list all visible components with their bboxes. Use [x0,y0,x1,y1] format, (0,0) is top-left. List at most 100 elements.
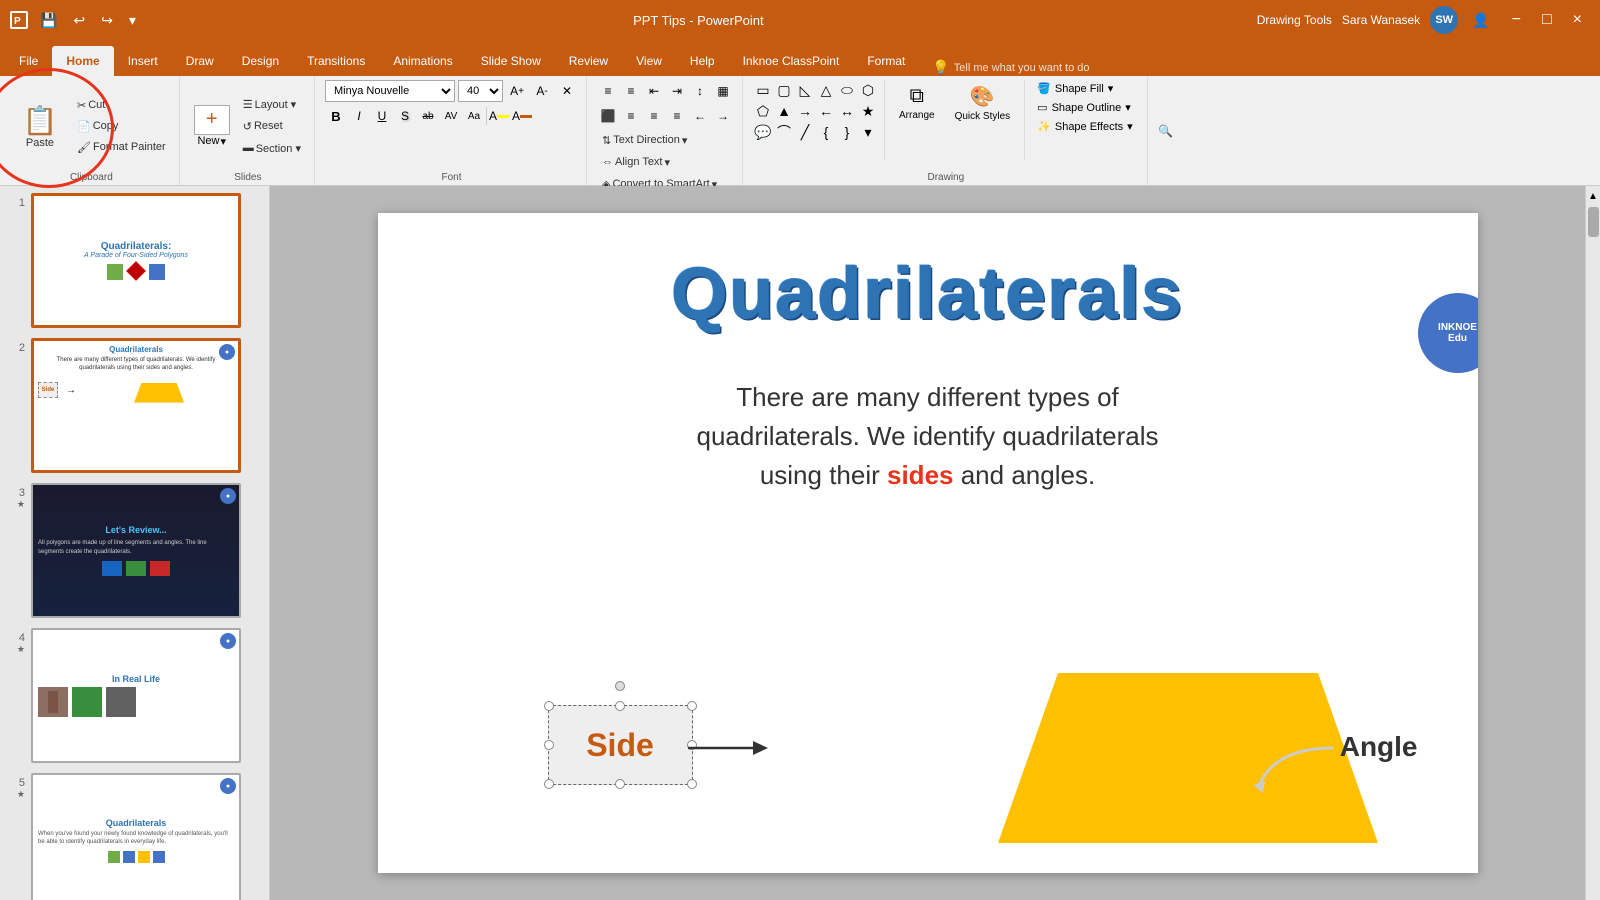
align-text-button[interactable]: ⇔ Align Text ▾ [597,152,734,172]
reset-button[interactable]: ↺ Reset [238,116,306,136]
format-painter-button[interactable]: 🖌 Format Painter [72,137,171,157]
align-center-button[interactable]: ≡ [620,105,642,127]
bracket-button[interactable]: { [816,122,836,142]
font-color-button[interactable]: A [511,105,533,127]
shape-effects-button[interactable]: ✨ Shape Effects ▾ [1031,118,1139,135]
scroll-up-button[interactable]: ▲ [1588,191,1598,202]
columns-button[interactable]: ▦ [712,80,734,102]
right-tri-button[interactable]: △ [816,80,836,100]
oval-button[interactable]: ⬭ [837,80,857,100]
save-button[interactable]: 💾 [36,10,61,31]
increase-font-button[interactable]: A+ [506,80,528,102]
ribbon-search-button[interactable]: 🔍 [1155,120,1177,142]
line-button[interactable]: ╱ [795,122,815,142]
clear-format-button[interactable]: ✕ [556,80,578,102]
redo-button[interactable]: ↪ [97,10,117,31]
scroll-bar[interactable]: ▲ [1585,186,1600,900]
tab-animations[interactable]: Animations [379,46,466,76]
change-case-button[interactable]: Aa [463,105,485,127]
strikethrough-button[interactable]: ab [417,105,439,127]
shape-fill-button[interactable]: 🪣 Shape Fill ▾ [1031,80,1139,97]
tab-insert[interactable]: Insert [114,46,172,76]
tab-file[interactable]: File [5,46,52,76]
star5-button[interactable]: ★ [858,101,878,121]
arrange-button[interactable]: ⧉ Arrange [891,81,943,125]
numbered-button[interactable]: ≡ [620,80,642,102]
decrease-font-button[interactable]: A- [531,80,553,102]
arrow-right-button[interactable]: → [795,101,815,121]
handle-br[interactable] [687,779,697,789]
align-left-button[interactable]: ⬛ [597,105,619,127]
line-spacing-button[interactable]: ↕ [689,80,711,102]
section-button[interactable]: ▬ Section ▾ [238,138,306,158]
tab-inknoe[interactable]: Inknoe ClassPoint [729,46,854,76]
justify-button[interactable]: ≡ [666,105,688,127]
rect-shape-button[interactable]: ▭ [753,80,773,100]
font-size-select[interactable]: 40 [458,80,503,102]
customize-button[interactable]: ▾ [125,10,140,31]
slide-item-5[interactable]: 5 ★ Quadrilaterals When you've found you… [5,771,264,900]
double-arrow-button[interactable]: ↔ [837,101,857,121]
cut-button[interactable]: ✂ Cut [72,95,171,115]
slide-canvas[interactable]: Quadrilaterals There are many different … [378,213,1478,873]
bold-button[interactable]: B [325,105,347,127]
copy-button[interactable]: 📄 Copy [72,116,171,136]
tab-review[interactable]: Review [555,46,622,76]
tab-design[interactable]: Design [228,46,293,76]
shape-outline-button[interactable]: ▭ Shape Outline ▾ [1031,99,1139,116]
scroll-thumb[interactable] [1588,207,1599,237]
handle-ml[interactable] [544,740,554,750]
slide-item-4[interactable]: 4 ★ In Real Life ● [5,626,264,765]
highlight-button[interactable]: A [488,105,510,127]
tab-transitions[interactable]: Transitions [293,46,379,76]
handle-bl[interactable] [544,779,554,789]
font-name-select[interactable]: Minya Nouvelle [325,80,455,102]
new-slide-button[interactable]: + New ▾ [190,101,234,152]
text-direction-button[interactable]: ⇅ Text Direction ▾ [597,130,734,150]
rtl-button[interactable]: ← [689,105,711,127]
italic-button[interactable]: I [348,105,370,127]
increase-indent-button[interactable]: ⇥ [666,80,688,102]
triangle-button[interactable]: ▲ [774,101,794,121]
callout-button[interactable]: 💬 [753,122,773,142]
slide-item-3[interactable]: 3 ★ Let's Review... All polygons are mad… [5,481,264,620]
tell-me-tab[interactable]: 💡 Tell me what you want to do [924,59,1097,76]
handle-tr[interactable] [687,701,697,711]
align-right-button[interactable]: ≡ [643,105,665,127]
char-spacing-button[interactable]: AV [440,105,462,127]
pentagon-button[interactable]: ⬠ [753,101,773,121]
minimize-button[interactable]: − [1504,11,1529,29]
tab-format[interactable]: Format [853,46,919,76]
underline-button[interactable]: U [371,105,393,127]
tab-home[interactable]: Home [52,46,113,76]
bullets-button[interactable]: ≡ [597,80,619,102]
handle-tl[interactable] [544,701,554,711]
handle-tc[interactable] [615,701,625,711]
tab-view[interactable]: View [622,46,676,76]
paste-button[interactable]: 📋 Paste [12,92,68,160]
hexagon-button[interactable]: ⬡ [858,80,878,100]
side-textbox[interactable]: Side [548,705,693,785]
layout-button[interactable]: ☰ Layout ▾ [238,94,306,114]
ltr-button[interactable]: → [712,105,734,127]
tab-slideshow[interactable]: Slide Show [467,46,555,76]
decrease-indent-button[interactable]: ⇤ [643,80,665,102]
shadow-button[interactable]: S [394,105,416,127]
arrow-left-button[interactable]: ← [816,101,836,121]
brace-button[interactable]: } [837,122,857,142]
account-button[interactable]: 👤 [1468,10,1493,31]
restore-button[interactable]: □ [1534,11,1560,29]
right-angle-button[interactable]: ◺ [795,80,815,100]
tab-help[interactable]: Help [676,46,729,76]
undo-button[interactable]: ↩ [69,10,89,31]
rotate-handle[interactable] [615,681,625,691]
handle-bc[interactable] [615,779,625,789]
slide-item-2[interactable]: 2 Quadrilaterals There are many differen… [5,336,264,475]
close-button[interactable]: × [1565,11,1590,29]
slide-item-1[interactable]: 1 Quadrilaterals: A Parade of Four-Sided… [5,191,264,330]
tab-draw[interactable]: Draw [172,46,228,76]
quick-styles-button[interactable]: 🎨 Quick Styles [947,80,1019,126]
rounded-rect-button[interactable]: ▢ [774,80,794,100]
more-shapes-button[interactable]: ▾ [858,122,878,142]
curved-button[interactable]: ⌒ [774,122,794,142]
